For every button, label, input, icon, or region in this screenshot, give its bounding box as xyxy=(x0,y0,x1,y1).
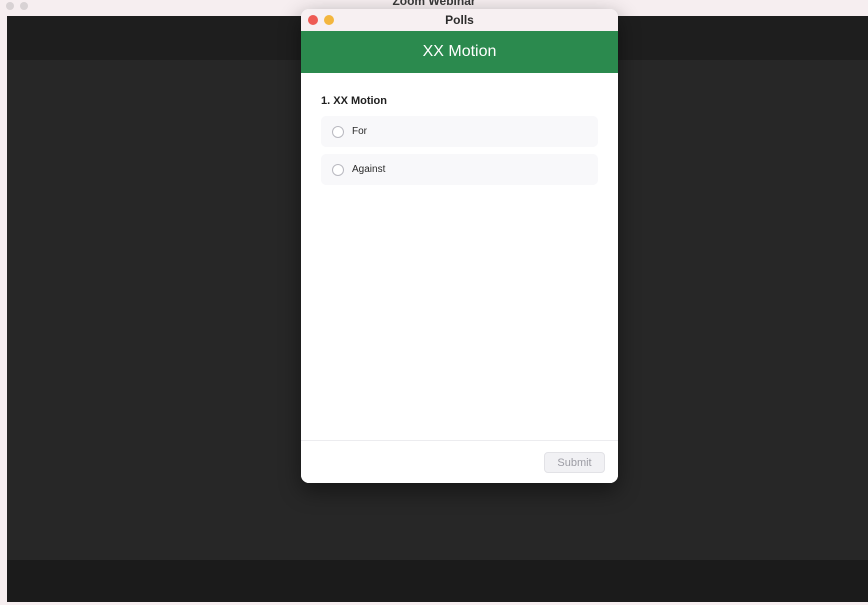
radio-button-icon[interactable] xyxy=(332,125,344,138)
poll-title: XX Motion xyxy=(301,31,618,73)
question-text: 1. XX Motion xyxy=(321,95,387,107)
background-window-title: Zoom Webinar xyxy=(392,0,476,8)
screen: Zoom Webinar Polls XX Motion 1. XX Motio… xyxy=(0,0,868,605)
minimize-button[interactable] xyxy=(324,15,334,25)
poll-body: 1. XX Motion For Against xyxy=(301,73,618,185)
polls-dialog: Polls XX Motion 1. XX Motion For Against… xyxy=(301,9,618,483)
option-against[interactable]: Against xyxy=(321,154,598,185)
polls-titlebar: Polls xyxy=(301,9,618,31)
polls-window-controls xyxy=(308,15,334,25)
close-button[interactable] xyxy=(308,15,318,25)
submit-button[interactable]: Submit xyxy=(544,452,605,473)
webinar-bottom-toolbar xyxy=(7,560,868,602)
option-label: Against xyxy=(352,164,386,175)
option-for[interactable]: For xyxy=(321,116,598,147)
radio-button-icon[interactable] xyxy=(332,163,344,176)
polls-footer: Submit xyxy=(301,440,618,483)
polls-window-title: Polls xyxy=(445,13,474,27)
option-label: For xyxy=(352,126,367,137)
